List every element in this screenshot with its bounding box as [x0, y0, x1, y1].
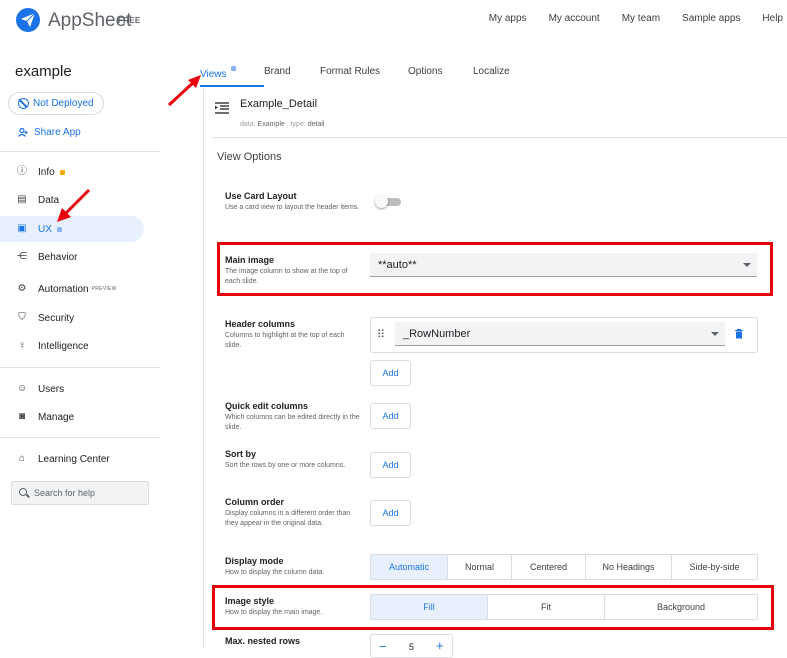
- add-quick-edit-button[interactable]: Add: [370, 403, 411, 429]
- info-icon: ⓘ: [17, 166, 27, 177]
- quick-edit-label: Quick edit columns Which columns can be …: [225, 401, 360, 431]
- display-mode-automatic[interactable]: Automatic: [371, 555, 448, 579]
- tab-format-rules[interactable]: Format Rules: [320, 55, 408, 87]
- deploy-status-label: Not Deployed: [33, 98, 94, 109]
- sidebar-item-users[interactable]: ☺ Users: [0, 376, 144, 402]
- nav-my-apps[interactable]: My apps: [489, 13, 527, 24]
- bulb-icon: ♀: [18, 340, 26, 351]
- users-icon: ☺: [17, 383, 28, 394]
- unsaved-dot: [59, 169, 65, 175]
- tab-brand[interactable]: Brand: [264, 55, 320, 87]
- card-layout-label: Use Card Layout Use a card view to layou…: [225, 191, 360, 211]
- search-icon: [19, 488, 27, 496]
- annotation-arrow-icon: [167, 75, 201, 107]
- top-bar: AppSheet FREE My apps My account My team…: [0, 0, 787, 40]
- sidebar-item-intelligence[interactable]: ♀ Intelligence: [0, 333, 144, 359]
- display-mode-normal[interactable]: Normal: [448, 555, 512, 579]
- unsaved-dot: [231, 66, 237, 71]
- nav-help[interactable]: Help: [762, 13, 783, 24]
- app-name: example: [15, 63, 72, 80]
- plus-icon[interactable]: +: [436, 638, 444, 653]
- sidebar-item-learning-center[interactable]: ⌂ Learning Center: [0, 446, 144, 472]
- sidebar-item-label: Behavior: [38, 251, 78, 263]
- sidebar-item-label: Manage: [38, 411, 75, 423]
- shield-icon: ⛉: [18, 312, 26, 323]
- manage-icon: ◙: [18, 411, 26, 422]
- sidebar-item-label: Users: [38, 383, 65, 395]
- max-nested-rows-stepper[interactable]: − 5 +: [370, 634, 453, 658]
- tab-views[interactable]: Views: [200, 55, 264, 87]
- school-icon: ⌂: [18, 453, 26, 464]
- sidebar-item-label: Learning Center: [38, 453, 110, 465]
- nav-my-account[interactable]: My account: [549, 13, 600, 24]
- sidebar-item-security[interactable]: ⛉ Security: [0, 305, 144, 331]
- help-search-input[interactable]: Search for help: [11, 481, 149, 505]
- nav-sample-apps[interactable]: Sample apps: [682, 13, 740, 24]
- automation-icon: ⚙: [17, 283, 27, 294]
- section-title: View Options: [217, 151, 282, 163]
- chevron-down-icon: [711, 332, 719, 336]
- sidebar-item-label: Intelligence: [38, 340, 89, 352]
- view-meta: data: Example type: detail: [240, 121, 325, 128]
- divider: [0, 151, 160, 152]
- display-mode-segmented: Automatic Normal Centered No Headings Si…: [370, 554, 758, 580]
- drag-handle-icon[interactable]: ⠿: [377, 328, 385, 341]
- add-header-column-button[interactable]: Add: [370, 360, 411, 386]
- header-columns-label: Header columns Columns to highlight at t…: [225, 319, 345, 349]
- display-mode-centered[interactable]: Centered: [512, 555, 586, 579]
- max-nested-rows-label: Max. nested rows: [225, 636, 301, 646]
- max-nested-rows-value: 5: [409, 642, 415, 652]
- minus-icon[interactable]: −: [379, 639, 387, 654]
- tab-options[interactable]: Options: [408, 55, 473, 87]
- data-icon: ▤: [17, 194, 27, 205]
- help-search-placeholder: Search for help: [34, 488, 96, 498]
- unsaved-dot: [56, 226, 62, 232]
- sidebar-item-info[interactable]: ⓘ Info: [0, 159, 144, 185]
- deploy-status-chip[interactable]: Not Deployed: [8, 92, 104, 115]
- divider: [0, 437, 160, 438]
- display-mode-side-by-side[interactable]: Side-by-side: [672, 555, 757, 579]
- ux-tabs: Views Brand Format Rules Options Localiz…: [200, 55, 533, 87]
- nav-my-team[interactable]: My team: [622, 13, 660, 24]
- annotation-highlight-box: [212, 585, 774, 630]
- sort-by-label: Sort by Sort the rows by one or more col…: [225, 449, 346, 469]
- sidebar-item-label: UX: [38, 223, 52, 235]
- view-name: Example_Detail: [240, 98, 318, 110]
- annotation-highlight-box: [217, 242, 773, 296]
- sidebar-item-label: Automation: [38, 283, 89, 295]
- behavior-icon: ⋲: [17, 251, 27, 262]
- appsheet-logo-icon[interactable]: [16, 8, 40, 32]
- detail-view-icon: [215, 102, 229, 114]
- preview-badge: PREVIEW: [91, 286, 117, 292]
- not-deployed-icon: [18, 98, 29, 109]
- sidebar: example Not Deployed Share App ⓘ Info ▤ …: [0, 40, 160, 648]
- ux-icon: ▣: [17, 223, 27, 234]
- share-app-label: Share App: [34, 127, 81, 138]
- sidebar-item-manage[interactable]: ◙ Manage: [0, 404, 144, 430]
- sidebar-item-label: Security: [38, 312, 75, 324]
- sidebar-item-label: Info: [38, 166, 55, 178]
- add-sort-button[interactable]: Add: [370, 452, 411, 478]
- divider: [0, 367, 160, 368]
- sidebar-item-behavior[interactable]: ⋲ Behavior: [0, 244, 144, 270]
- header-column-select[interactable]: _RowNumber: [395, 322, 725, 346]
- top-nav: My apps My account My team Sample apps H…: [467, 13, 783, 24]
- share-app-link[interactable]: Share App: [18, 127, 81, 138]
- trash-icon[interactable]: [735, 329, 743, 339]
- add-column-order-button[interactable]: Add: [370, 500, 411, 526]
- share-person-icon: [18, 128, 28, 137]
- plan-tag: FREE: [118, 16, 141, 25]
- display-mode-label: Display mode How to display the column d…: [225, 556, 325, 576]
- divider: [212, 137, 787, 138]
- sidebar-item-automation[interactable]: ⚙ Automation PREVIEW: [0, 276, 144, 302]
- card-layout-toggle[interactable]: [375, 195, 401, 208]
- tab-localize[interactable]: Localize: [473, 55, 533, 87]
- annotation-arrow-icon: [57, 188, 91, 222]
- display-mode-no-headings[interactable]: No Headings: [586, 555, 672, 579]
- column-order-label: Column order Display columns in a differ…: [225, 497, 351, 527]
